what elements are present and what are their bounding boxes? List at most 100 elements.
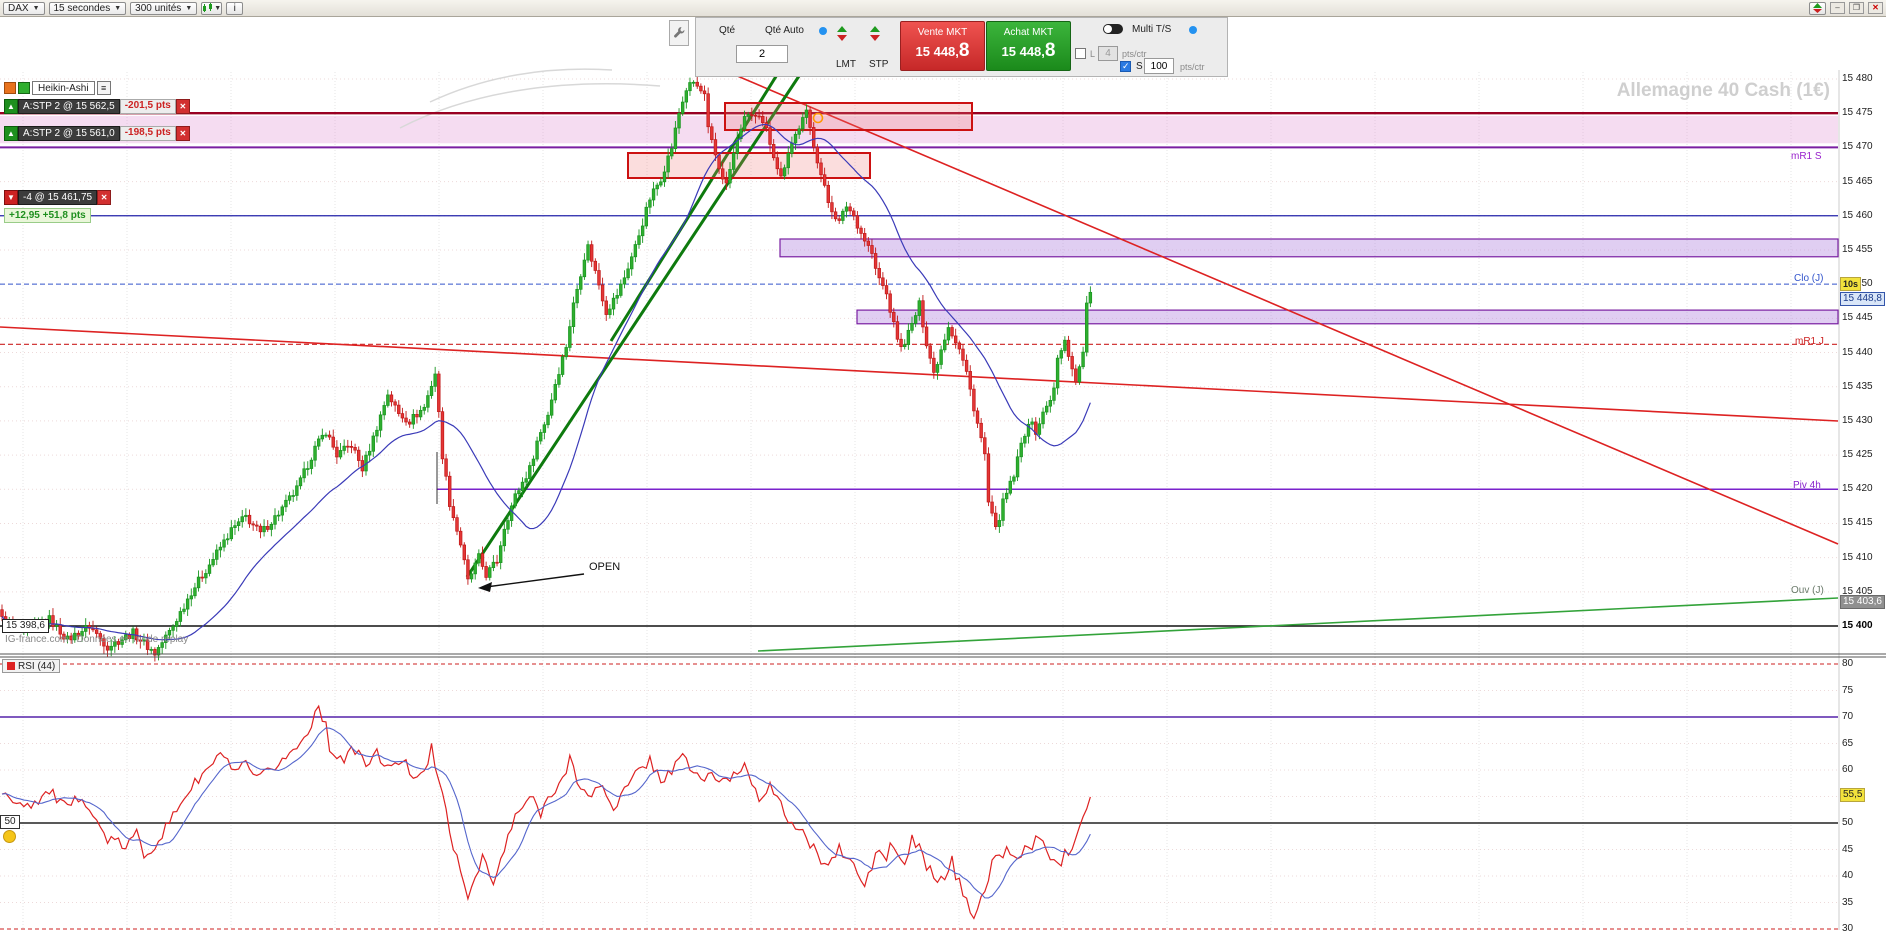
units-select[interactable]: 300 unités ▼ [130, 1, 198, 15]
price-chart[interactable] [0, 0, 1886, 938]
order-settings-button[interactable] [669, 20, 689, 46]
price-tick: 15 430 [1842, 414, 1873, 426]
stp-arrows-icon[interactable] [870, 26, 880, 41]
order-panel: Qté Qté Auto LMT STP Vente MKT 15 448,8 … [695, 17, 1228, 77]
info-button[interactable]: i [226, 1, 244, 15]
chevron-down-icon: ▼ [185, 4, 193, 12]
qty-input[interactable] [736, 45, 788, 63]
price-tick: 15 415 [1842, 517, 1873, 529]
rsi-mid-level-box: 50 [0, 815, 20, 829]
stop-unit: pts/ctr [1180, 62, 1205, 72]
limit-label: L [1090, 49, 1096, 59]
close-position-button[interactable]: ✕ [97, 190, 112, 205]
price-tick: 15 460 [1842, 209, 1873, 221]
info-dot-icon[interactable] [819, 27, 827, 35]
stop-label: S [1136, 61, 1143, 72]
price-tick: 15 420 [1842, 483, 1873, 495]
rsi-tick: 60 [1842, 764, 1854, 775]
price-tick: 15 425 [1842, 449, 1873, 461]
order-arrow-icon: ▲ [4, 99, 18, 114]
close-button[interactable]: ✕ [1868, 2, 1883, 14]
indicator-color-icon [7, 662, 15, 670]
rsi-tick: 45 [1842, 843, 1854, 855]
limit-unit: pts/ctr [1122, 49, 1147, 59]
lmt-arrows-icon[interactable] [837, 26, 847, 41]
rsi-tick: 35 [1842, 896, 1854, 908]
level-label-ouv: Ouv (J) [1791, 585, 1824, 596]
rsi-tick: 75 [1842, 684, 1854, 696]
price-tick: 15 475 [1842, 107, 1873, 119]
buy-price: 15 448,8 [1001, 40, 1056, 61]
limit-checkbox[interactable] [1075, 48, 1086, 59]
stp-label[interactable]: STP [869, 59, 888, 70]
sell-price: 15 448,8 [915, 40, 970, 61]
price-tick: 15 410 [1842, 551, 1873, 563]
level-label-piv: Piv 4h [1793, 480, 1821, 491]
indicator-icon[interactable] [4, 81, 16, 94]
chart-style-row: Heikin-Ashi ≡ [4, 80, 111, 95]
rsi-tick: 65 [1842, 737, 1854, 749]
qty-label: Qté [719, 25, 736, 36]
level-label-clo: Clo (J) [1794, 273, 1824, 284]
limit-points-input[interactable] [1098, 46, 1118, 61]
price-tick: 15 470 [1842, 141, 1873, 153]
rsi-tick: 80 [1842, 658, 1854, 669]
emoji-marker-icon[interactable] [3, 830, 16, 843]
session-pnl: +12,95 +51,8 pts [4, 208, 91, 223]
rsi-tick: 30 [1842, 923, 1854, 934]
price-tick: 15 440 [1842, 346, 1873, 358]
sell-market-button[interactable]: Vente MKT 15 448,8 [900, 21, 985, 71]
data-source-footer: IG-france.com | Données en mode replay [5, 634, 189, 645]
cancel-order-button[interactable]: ✕ [175, 99, 190, 114]
timeframe-select[interactable]: 15 secondes ▼ [48, 1, 127, 15]
stop-checkbox[interactable] [1120, 61, 1131, 72]
list-icon[interactable]: ≡ [96, 80, 111, 95]
cancel-order-button[interactable]: ✕ [175, 126, 190, 141]
position-tag[interactable]: ▼ -4 @ 15 461,75 ✕ [4, 190, 112, 205]
multi-ts-toggle[interactable] [1103, 24, 1123, 34]
chart-type-button[interactable]: ▼ [201, 1, 223, 15]
pending-order-tag[interactable]: ▲ A:STP 2 @ 15 561,0 -198,5 pts ✕ [4, 126, 190, 141]
chart-color-icon[interactable] [18, 81, 30, 94]
order-arrow-icon: ▲ [4, 126, 18, 141]
rsi-tick: 70 [1842, 711, 1854, 722]
multi-ts-label: Multi T/S [1132, 24, 1172, 35]
rsi-tick: 40 [1842, 870, 1854, 881]
open-price-chip: 15 403,6 [1840, 595, 1885, 609]
up-down-arrows-icon [1813, 3, 1822, 13]
open-annotation: OPEN [589, 561, 621, 573]
wrench-icon [674, 27, 685, 38]
price-tick: 15 480 [1842, 73, 1873, 84]
minimize-button[interactable]: – [1830, 2, 1845, 14]
restore-button[interactable]: ❐ [1849, 2, 1864, 14]
rsi-tick: 50 [1842, 817, 1854, 828]
price-tick: 15 455 [1842, 243, 1873, 255]
last-price-chip: 15 448,8 [1840, 292, 1885, 306]
level-label-mr1j: mR1 J [1795, 336, 1824, 347]
qty-auto-label[interactable]: Qté Auto [765, 25, 804, 36]
position-arrow-icon: ▼ [4, 190, 18, 205]
left-price-box: 15 398,6 [2, 619, 49, 633]
symbol-select[interactable]: DAX ▼ [3, 1, 45, 15]
price-tick: 15 465 [1842, 175, 1873, 187]
price-axis[interactable]: 10s 15 448,8 15 403,6 55,5 15 480 15 475 1… [1840, 0, 1886, 938]
chevron-down-icon: ▼ [32, 4, 40, 12]
instrument-watermark: Allemagne 40 Cash (1€) [1616, 80, 1830, 101]
lmt-label[interactable]: LMT [836, 59, 856, 70]
countdown-chip: 10s [1840, 277, 1862, 291]
price-tick: 15 435 [1842, 380, 1873, 392]
price-tick: 15 400 [1842, 620, 1873, 631]
chart-style-button[interactable]: Heikin-Ashi [32, 80, 95, 95]
price-tick: 15 445 [1842, 312, 1873, 324]
chevron-down-icon: ▼ [114, 4, 122, 12]
main-toolbar: DAX ▼ 15 secondes ▼ 300 unités ▼ ▼ i – ❐ ✕ [0, 0, 1886, 17]
rsi-value-chip: 55,5 [1840, 788, 1866, 802]
info-dot-icon[interactable] [1189, 26, 1197, 34]
rsi-indicator-label[interactable]: RSI (44) [2, 659, 61, 673]
pending-order-tag[interactable]: ▲ A:STP 2 @ 15 562,5 -201,5 pts ✕ [4, 99, 190, 114]
chevron-down-icon: ▼ [214, 4, 222, 12]
buy-market-button[interactable]: Achat MKT 15 448,8 [986, 21, 1071, 71]
stop-points-input[interactable] [1144, 58, 1174, 74]
level-label-mr1s: mR1 S [1791, 151, 1822, 162]
connection-status-icon[interactable] [1809, 1, 1826, 15]
